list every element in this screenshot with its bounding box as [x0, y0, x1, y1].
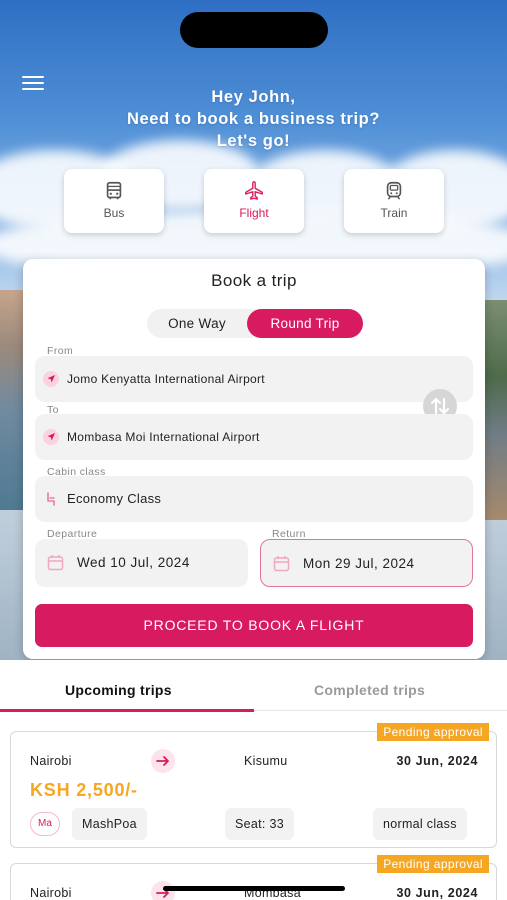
proceed-to-book-flight-button[interactable]: PROCEED TO BOOK A FLIGHT: [35, 604, 473, 647]
operator-chip: MashPoa: [72, 808, 147, 840]
greeting-line: Need to book a business trip?: [126, 110, 381, 128]
airplane-icon: [245, 181, 263, 200]
trip-card[interactable]: Pending approval Nairobi Mombasa 30 Jun,…: [10, 855, 497, 900]
trip-price: KSH 2,500/-: [30, 780, 138, 800]
cabin-class-field[interactable]: Economy Class: [35, 476, 473, 522]
status-badge: Pending approval: [377, 723, 489, 741]
mode-flight-button[interactable]: Flight: [204, 169, 304, 233]
from-field[interactable]: Jomo Kenyatta International Airport: [35, 356, 473, 402]
trip-origin: Nairobi: [30, 754, 72, 768]
trip-card[interactable]: Pending approval Nairobi Kisumu 30 Jun, …: [10, 723, 497, 848]
class-chip: normal class: [373, 808, 467, 840]
calendar-icon: [273, 556, 290, 572]
location-arrow-icon: [43, 371, 59, 387]
from-value: Jomo Kenyatta International Airport: [67, 372, 265, 386]
return-date-field[interactable]: Mon 29 Jul, 2024: [260, 539, 473, 587]
booking-title: Book a trip: [211, 271, 297, 290]
cabin-class-value: Economy Class: [67, 491, 162, 506]
tab-upcoming-trips[interactable]: Upcoming trips: [65, 682, 172, 698]
trip-destination: Kisumu: [244, 754, 288, 768]
tab-divider: [254, 710, 507, 711]
greeting-line: Hey John,: [211, 88, 296, 106]
seat-chip: Seat: 33: [225, 808, 294, 840]
greeting-line: Let's go!: [216, 132, 291, 150]
mode-bus-button[interactable]: Bus: [64, 169, 164, 233]
departure-date-field[interactable]: Wed 10 Jul, 2024: [35, 539, 248, 587]
return-date-value: Mon 29 Jul, 2024: [303, 556, 415, 571]
trip-type-toggle: One Way Round Trip: [147, 309, 363, 338]
trip-date: 30 Jun, 2024: [396, 754, 478, 768]
arrow-right-icon: [151, 749, 175, 773]
bus-icon: [106, 181, 122, 200]
train-icon: [386, 181, 402, 200]
one-way-option[interactable]: One Way: [147, 309, 247, 338]
greeting: Hey John, Need to book a business trip? …: [0, 86, 507, 152]
camera-notch: [180, 12, 328, 48]
operator-logo: Ma: [30, 812, 60, 836]
round-trip-option[interactable]: Round Trip: [247, 309, 363, 338]
status-badge: Pending approval: [377, 855, 489, 873]
to-value: Mombasa Moi International Airport: [67, 430, 260, 444]
booking-card: Book a trip One Way Round Trip From Jomo…: [23, 259, 485, 659]
mode-label: Flight: [239, 206, 269, 220]
calendar-icon: [47, 555, 64, 571]
trip-origin: Nairobi: [30, 886, 72, 900]
mode-label: Bus: [103, 206, 125, 220]
trips-tabs: Upcoming trips Completed trips: [0, 660, 507, 714]
mode-label: Train: [380, 206, 408, 220]
trip-date: 30 Jun, 2024: [396, 886, 478, 900]
seat-icon: [47, 492, 55, 506]
location-arrow-icon: [43, 429, 59, 445]
to-field[interactable]: Mombasa Moi International Airport: [35, 414, 473, 460]
departure-date-value: Wed 10 Jul, 2024: [77, 555, 190, 570]
mode-train-button[interactable]: Train: [344, 169, 444, 233]
home-indicator: [163, 886, 345, 891]
active-tab-indicator: [0, 709, 254, 712]
tab-completed-trips[interactable]: Completed trips: [314, 682, 425, 698]
